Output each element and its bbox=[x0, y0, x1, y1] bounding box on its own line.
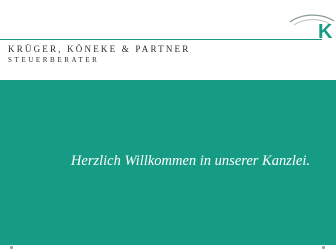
page: K KRÜGER, KÖNEKE & PARTNER STEUERBERATER… bbox=[0, 0, 336, 252]
firm-subtitle: STEUERBERATER bbox=[8, 56, 100, 64]
header-divider bbox=[0, 39, 322, 40]
footer-dot-right bbox=[322, 246, 325, 249]
footer-bar bbox=[0, 245, 336, 252]
footer-dot-left bbox=[10, 246, 13, 249]
site-header: K KRÜGER, KÖNEKE & PARTNER STEUERBERATER bbox=[0, 0, 336, 80]
welcome-text: Herzlich Willkommen in unserer Kanzlei. bbox=[70, 153, 310, 169]
hero-banner: Herzlich Willkommen in unserer Kanzlei. bbox=[0, 80, 336, 245]
kkp-logo-icon[interactable]: K bbox=[288, 10, 336, 42]
firm-name: KRÜGER, KÖNEKE & PARTNER bbox=[8, 44, 191, 54]
